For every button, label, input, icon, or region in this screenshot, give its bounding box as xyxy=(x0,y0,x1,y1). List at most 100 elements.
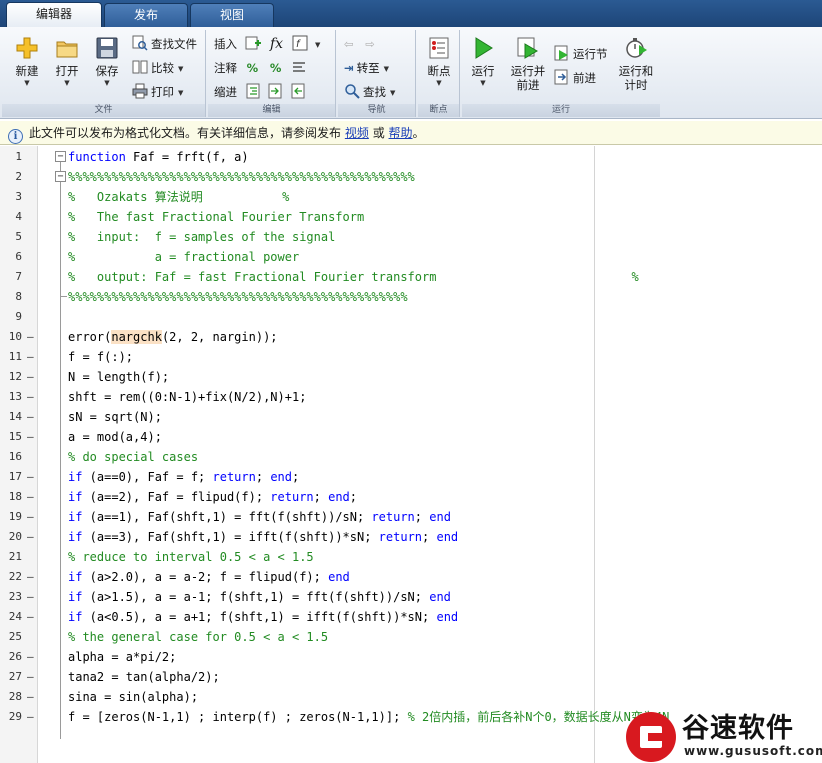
code-text[interactable]: N = length(f); xyxy=(68,367,169,387)
code-line[interactable]: 3 % Ozakats 算法说明 % xyxy=(0,187,822,207)
code-text[interactable]: % input: f = samples of the signal xyxy=(68,227,335,247)
find-button[interactable]: 查找 ▼ xyxy=(344,82,395,102)
insert-function-button[interactable]: f ▼ xyxy=(292,34,320,54)
run-and-advance-button[interactable]: 运行并 前进 xyxy=(506,32,550,102)
code-text[interactable]: sina = sin(alpha); xyxy=(68,687,198,707)
help-link[interactable]: 帮助 xyxy=(389,126,413,140)
breakpoint-marker[interactable]: – xyxy=(27,607,34,627)
code-line[interactable]: 22– if (a>2.0), a = a-2; f = flipud(f); e… xyxy=(0,567,822,587)
code-line[interactable]: 21 % reduce to interval 0.5 < a < 1.5 xyxy=(0,547,822,567)
breakpoint-marker[interactable]: – xyxy=(27,347,34,367)
code-line[interactable]: 10– error(nargchk(2, 2, nargin)); xyxy=(0,327,822,347)
code-line[interactable]: 23– if (a>1.5), a = a-1; f(shft,1) = fft(… xyxy=(0,587,822,607)
code-text[interactable]: alpha = a*pi/2; xyxy=(68,647,176,667)
tab-editor[interactable]: 编辑器 xyxy=(6,2,102,28)
code-text[interactable]: % the general case for 0.5 < a < 1.5 xyxy=(68,627,328,647)
code-text[interactable]: function Faf = frft(f, a) xyxy=(68,147,249,167)
breakpoint-marker[interactable]: – xyxy=(27,587,34,607)
code-text[interactable]: if (a==3), Faf(shft,1) = ifft(f(shft))*s… xyxy=(68,527,458,547)
code-line[interactable]: 2 −%%%%%%%%%%%%%%%%%%%%%%%%%%%%%%%%%%%%%%… xyxy=(0,167,822,187)
line-number[interactable]: 27 xyxy=(0,667,22,687)
code-line[interactable]: 27– tana2 = tan(alpha/2); xyxy=(0,667,822,687)
breakpoint-marker[interactable]: – xyxy=(27,367,34,387)
line-number[interactable]: 28 xyxy=(0,687,22,707)
breakpoint-marker[interactable]: – xyxy=(27,327,34,347)
line-number[interactable]: 10 xyxy=(0,327,22,347)
breakpoint-marker[interactable]: – xyxy=(27,507,34,527)
indent-button[interactable]: 缩进 xyxy=(214,82,309,102)
code-text[interactable]: a = mod(a,4); xyxy=(68,427,162,447)
breakpoint-marker[interactable]: – xyxy=(27,647,34,667)
line-number[interactable]: 17 xyxy=(0,467,22,487)
goto-button[interactable]: ⇥ 转至 ▼ xyxy=(344,58,389,78)
video-link[interactable]: 视频 xyxy=(345,126,369,140)
fx-button[interactable]: fx xyxy=(270,34,283,54)
line-number[interactable]: 23 xyxy=(0,587,22,607)
save-button[interactable]: 保存 ▼ xyxy=(88,32,126,102)
code-text[interactable]: if (a>1.5), a = a-1; f(shft,1) = fft(f(s… xyxy=(68,587,451,607)
back-arrow-icon[interactable]: ⇦ xyxy=(344,37,354,51)
code-text[interactable]: if (a==1), Faf(shft,1) = fft(f(shft))/sN… xyxy=(68,507,451,527)
line-number[interactable]: 2 xyxy=(0,167,22,187)
code-line[interactable]: 28– sina = sin(alpha); xyxy=(0,687,822,707)
code-text[interactable]: shft = rem((0:N-1)+fix(N/2),N)+1; xyxy=(68,387,306,407)
breakpoint-marker[interactable]: – xyxy=(27,467,34,487)
new-button[interactable]: 新建 ▼ xyxy=(8,32,46,102)
line-number[interactable]: 15 xyxy=(0,427,22,447)
breakpoint-marker[interactable]: – xyxy=(27,407,34,427)
code-text[interactable]: if (a==2), Faf = flipud(f); return; end; xyxy=(68,487,357,507)
code-text[interactable]: %%%%%%%%%%%%%%%%%%%%%%%%%%%%%%%%%%%%%%%%… xyxy=(68,167,415,187)
line-number[interactable]: 13 xyxy=(0,387,22,407)
line-number[interactable]: 21 xyxy=(0,547,22,567)
code-line[interactable]: 5 % input: f = samples of the signal xyxy=(0,227,822,247)
line-number[interactable]: 29 xyxy=(0,707,22,727)
code-text[interactable]: error(nargchk(2, 2, nargin)); xyxy=(68,327,278,347)
fold-toggle-icon[interactable]: − xyxy=(55,171,66,182)
line-number[interactable]: 12 xyxy=(0,367,22,387)
breakpoint-marker[interactable]: – xyxy=(27,487,34,507)
print-button[interactable]: 打印 ▼ xyxy=(132,82,183,102)
code-text[interactable]: % reduce to interval 0.5 < a < 1.5 xyxy=(68,547,314,567)
comment-button[interactable]: 注释 % % xyxy=(214,58,310,78)
breakpoint-marker[interactable]: – xyxy=(27,667,34,687)
code-editor[interactable]: 1 − function Faf = frft(f, a) 2 −%%%%%%%%%%%… xyxy=(0,146,822,763)
line-number[interactable]: 22 xyxy=(0,567,22,587)
line-number[interactable]: 25 xyxy=(0,627,22,647)
line-number[interactable]: 16 xyxy=(0,447,22,467)
code-line[interactable]: 4 % The fast Fractional Fourier Transform xyxy=(0,207,822,227)
line-number[interactable]: 18 xyxy=(0,487,22,507)
code-text[interactable]: % The fast Fractional Fourier Transform xyxy=(68,207,364,227)
breakpoints-button[interactable]: 断点 ▼ xyxy=(420,32,458,102)
code-text[interactable]: % Ozakats 算法说明 % xyxy=(68,187,289,207)
code-line[interactable]: 13– shft = rem((0:N-1)+fix(N/2),N)+1; xyxy=(0,387,822,407)
advance-button[interactable]: 前进 xyxy=(554,68,596,88)
code-line[interactable]: 20– if (a==3), Faf(shft,1) = ifft(f(shft)… xyxy=(0,527,822,547)
line-number[interactable]: 26 xyxy=(0,647,22,667)
code-line[interactable]: 8%%%%%%%%%%%%%%%%%%%%%%%%%%%%%%%%%%%%%%%… xyxy=(0,287,822,307)
code-text[interactable]: if (a==0), Faf = f; return; end; xyxy=(68,467,299,487)
run-button[interactable]: 运行 ▼ xyxy=(464,32,502,102)
line-number[interactable]: 1 xyxy=(0,147,22,167)
code-text[interactable]: f = f(:); xyxy=(68,347,133,367)
code-text[interactable]: %%%%%%%%%%%%%%%%%%%%%%%%%%%%%%%%%%%%%%%%… xyxy=(68,287,408,307)
code-line[interactable]: 1 − function Faf = frft(f, a) xyxy=(0,147,822,167)
breakpoint-marker[interactable]: – xyxy=(27,707,34,727)
code-line[interactable]: 11– f = f(:); xyxy=(0,347,822,367)
find-files-button[interactable]: 查找文件 xyxy=(132,34,197,54)
code-line[interactable]: 24– if (a<0.5), a = a+1; f(shft,1) = ifft… xyxy=(0,607,822,627)
code-line[interactable]: 17– if (a==0), Faf = f; return; end; xyxy=(0,467,822,487)
line-number[interactable]: 4 xyxy=(0,207,22,227)
code-line[interactable]: 6 % a = fractional power xyxy=(0,247,822,267)
compare-button[interactable]: 比较 ▼ xyxy=(132,58,183,78)
line-number[interactable]: 7 xyxy=(0,267,22,287)
code-text[interactable]: f = [zeros(N-1,1) ; interp(f) ; zeros(N-… xyxy=(68,707,669,727)
tab-view[interactable]: 视图 xyxy=(190,3,274,27)
breakpoint-marker[interactable]: – xyxy=(27,427,34,447)
code-line[interactable]: 18– if (a==2), Faf = flipud(f); return; e… xyxy=(0,487,822,507)
insert-button[interactable]: 插入 xyxy=(214,34,264,54)
code-line[interactable]: 9 xyxy=(0,307,822,327)
code-line[interactable]: 26– alpha = a*pi/2; xyxy=(0,647,822,667)
code-line[interactable]: 16 % do special cases xyxy=(0,447,822,467)
code-text[interactable]: % output: Faf = fast Fractional Fourier … xyxy=(68,267,639,287)
code-text[interactable]: sN = sqrt(N); xyxy=(68,407,162,427)
